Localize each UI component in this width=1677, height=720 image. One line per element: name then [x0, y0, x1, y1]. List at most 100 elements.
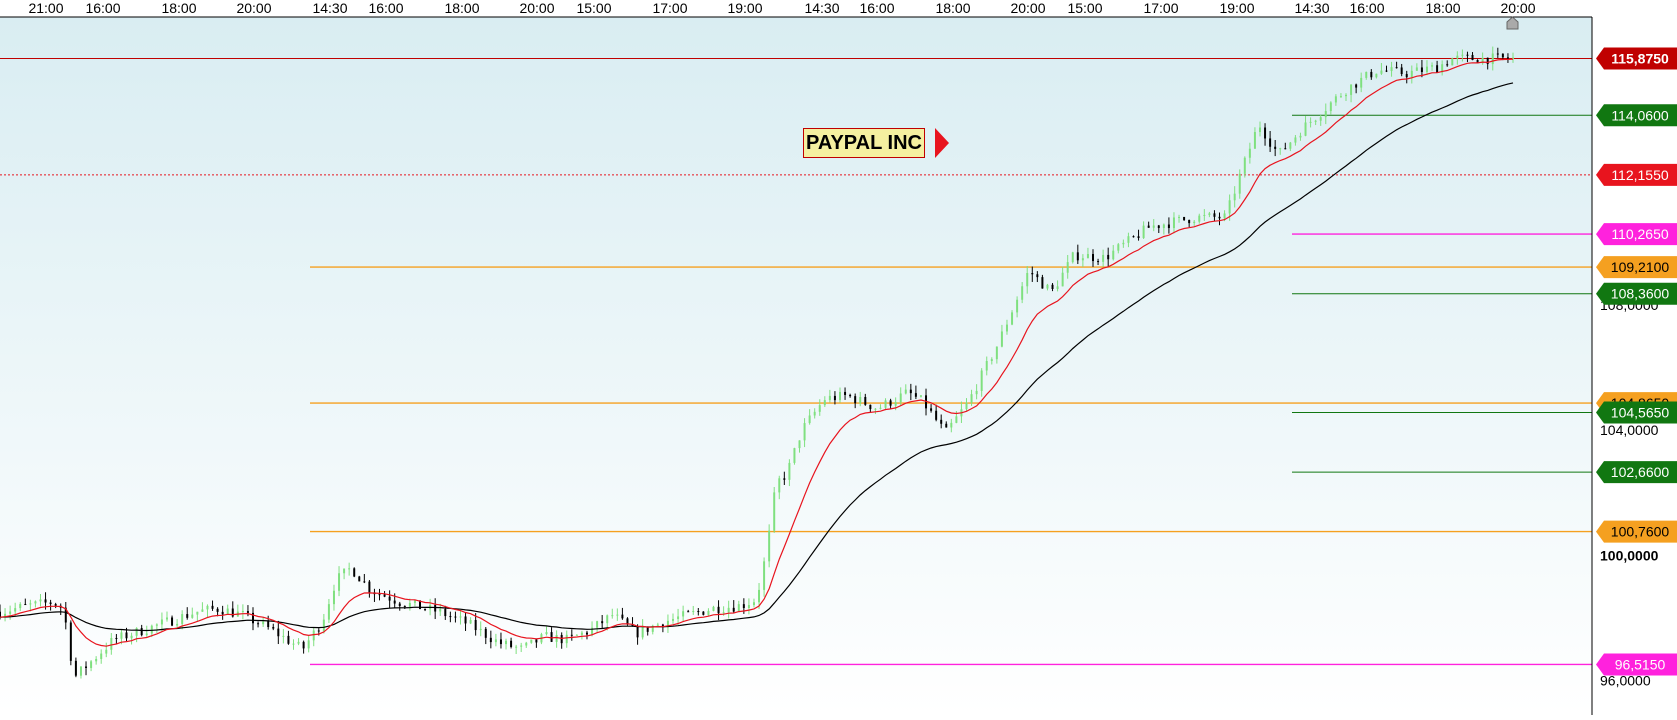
candle-body — [155, 624, 158, 626]
candle-body — [1051, 284, 1054, 289]
price-level-label: 110,2650 — [1596, 223, 1677, 246]
candle-body — [1031, 273, 1034, 275]
candle-body — [950, 422, 953, 428]
candle-body — [520, 645, 523, 647]
stock-chart[interactable]: 21:00 16:00 18:00 20:00 14:30 16:00 18:00 20:00… — [0, 0, 1677, 715]
candle-body — [484, 628, 487, 638]
candle-body — [889, 400, 892, 406]
candle-body — [1036, 274, 1039, 278]
candle-body — [171, 617, 174, 626]
x-tick-label: 16:00 — [1349, 0, 1384, 16]
candle-body — [1501, 53, 1504, 58]
candle-body — [990, 359, 993, 361]
candle-body — [474, 619, 477, 631]
candle-body — [1466, 54, 1469, 56]
candle-body — [1385, 70, 1388, 72]
x-tick-label: 15:00 — [576, 0, 611, 16]
candle-body — [1436, 65, 1439, 73]
candle-body — [115, 637, 118, 639]
candle-body — [813, 411, 816, 416]
candle-body — [39, 599, 42, 602]
candle-body — [1056, 286, 1059, 289]
candle-body — [449, 616, 452, 618]
chart-canvas[interactable]: 21:00 16:00 18:00 20:00 14:30 16:00 18:00 20:00… — [0, 0, 1677, 715]
home-icon[interactable] — [1506, 16, 1519, 30]
candle-body — [930, 408, 933, 411]
x-tick-label: 18:00 — [1425, 0, 1460, 16]
x-tick-label: 15:00 — [1067, 0, 1102, 16]
candle-body — [14, 608, 17, 612]
price-level-value: 114,0600 — [1611, 107, 1669, 123]
candle-body — [656, 624, 659, 626]
candle-body — [297, 641, 300, 644]
candle-body — [742, 604, 745, 609]
candle-body — [1107, 254, 1110, 260]
x-tick-label: 20:00 — [1500, 0, 1535, 16]
candle-body — [1248, 148, 1251, 158]
candle-body — [1350, 84, 1353, 95]
candle-body — [317, 630, 320, 632]
y-tick-label: 104,0000 — [1600, 422, 1659, 438]
candle-body — [282, 635, 285, 637]
candle-body — [1218, 216, 1221, 219]
candle-body — [884, 400, 887, 408]
candle-body — [580, 632, 583, 635]
candle-body — [1112, 250, 1115, 260]
x-tick-label: 17:00 — [1143, 0, 1178, 16]
candle-body — [1370, 71, 1373, 78]
candle-body — [434, 604, 437, 612]
candle-body — [287, 635, 290, 644]
candle-body — [510, 640, 513, 647]
candle-body — [636, 626, 639, 638]
candle-body — [525, 642, 528, 646]
candle-body — [1456, 55, 1459, 59]
candle-body — [1360, 77, 1363, 88]
candle-body — [844, 391, 847, 395]
candle-body — [565, 634, 568, 644]
x-axis-ticks: 21:00 16:00 18:00 20:00 14:30 16:00 18:00 20:00… — [28, 0, 1535, 16]
candle-body — [1097, 261, 1100, 263]
candle-body — [854, 396, 857, 404]
candle-body — [165, 617, 168, 620]
candle-body — [904, 389, 907, 394]
candle-body — [1092, 254, 1095, 262]
candle-body — [246, 611, 249, 613]
candle-body — [712, 606, 715, 611]
candle-body — [1506, 57, 1509, 59]
candle-body — [747, 605, 750, 609]
candle-body — [1304, 122, 1307, 136]
candle-body — [869, 404, 872, 410]
candle-body — [808, 415, 811, 424]
candle-body — [90, 661, 93, 668]
candle-body — [211, 605, 214, 609]
candle-body — [621, 614, 624, 619]
price-level-value: 100,7600 — [1611, 524, 1670, 540]
x-tick-label: 16:00 — [859, 0, 894, 16]
candle-body — [722, 612, 725, 614]
candle-body — [940, 419, 943, 424]
candle-body — [1420, 67, 1423, 72]
candle-body — [241, 611, 244, 613]
candle-body — [1071, 252, 1074, 263]
candle-body — [424, 609, 427, 611]
candle-body — [909, 389, 912, 394]
candle-body — [1390, 67, 1393, 72]
candle-body — [1152, 225, 1155, 228]
candle-body — [1233, 193, 1236, 201]
candle-body — [560, 634, 563, 644]
x-tick-label: 14:30 — [312, 0, 347, 16]
candle-body — [1223, 213, 1226, 219]
price-level-value: 102,6600 — [1611, 464, 1670, 480]
candle-body — [150, 625, 153, 634]
candle-body — [1142, 225, 1145, 238]
candle-body — [616, 614, 619, 616]
candle-body — [899, 393, 902, 403]
candle-body — [499, 639, 502, 645]
candle-body — [1137, 236, 1140, 238]
candle-body — [120, 632, 123, 639]
candle-body — [1375, 73, 1378, 78]
candle-body — [257, 623, 260, 625]
x-tick-label: 14:30 — [1294, 0, 1329, 16]
title-arrow-icon — [935, 128, 949, 158]
candle-body — [752, 602, 755, 606]
